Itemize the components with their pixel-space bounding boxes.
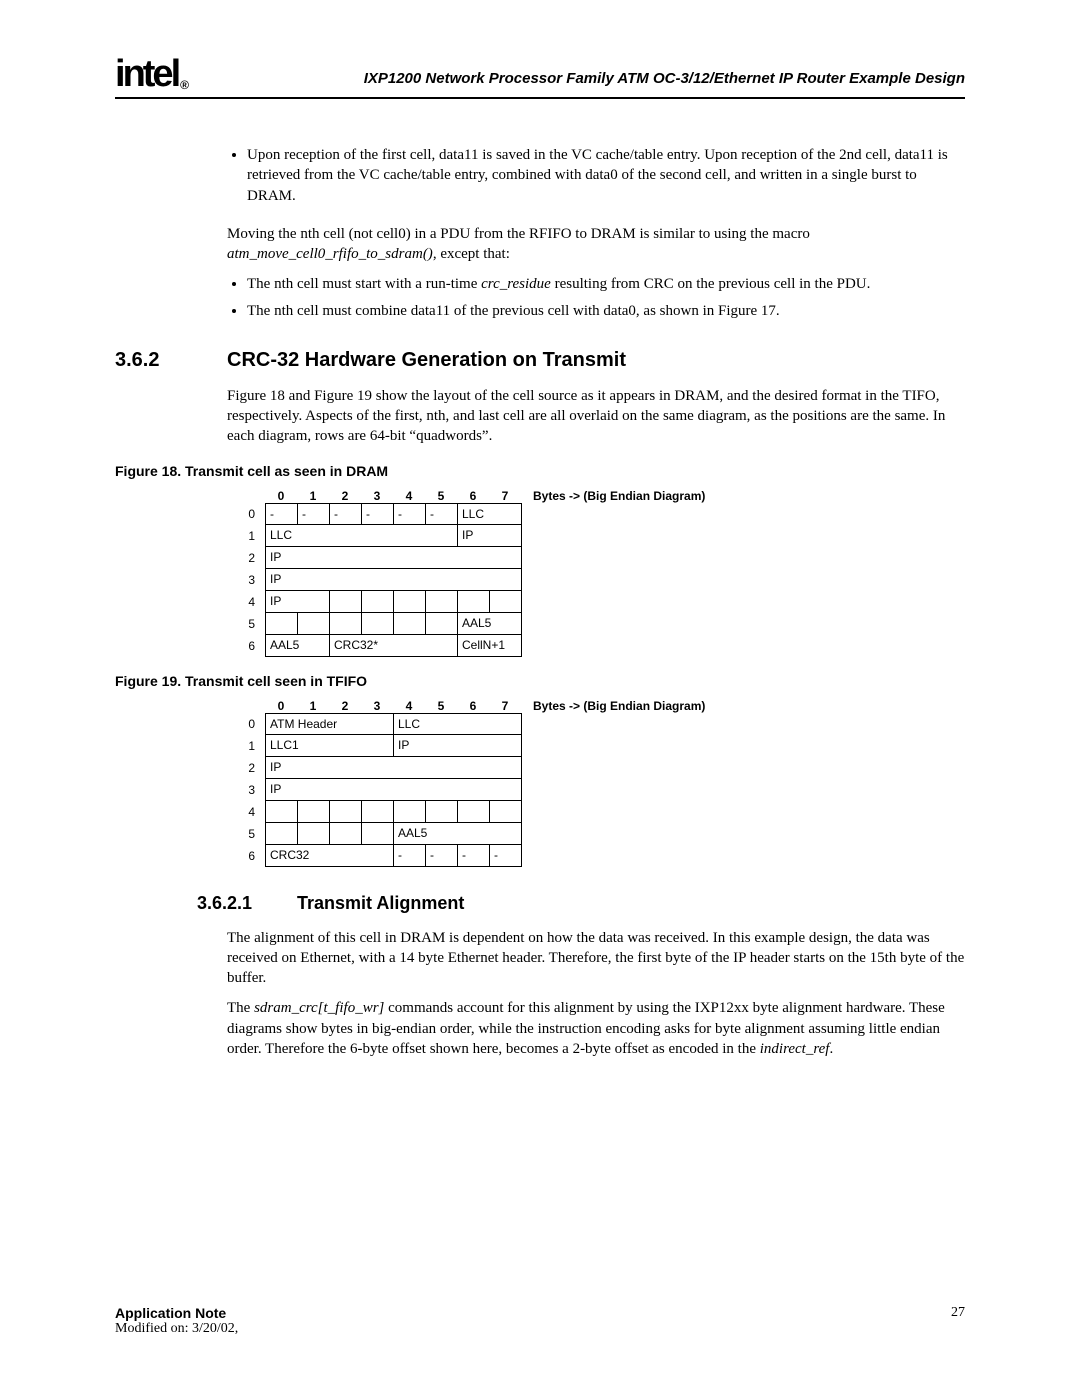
paragraph: The sdram_crc[t_fifo_wr] commands accoun… — [227, 998, 965, 1059]
figure-18-diagram: 0 1 2 3 4 5 6 7 Bytes -> (Big Endian Dia… — [227, 489, 965, 657]
section-heading-362: 3.6.2 CRC-32 Hardware Generation on Tran… — [115, 349, 965, 372]
footer-modified-date: Modified on: 3/20/02, — [115, 1321, 965, 1337]
figure-19-caption: Figure 19. Transmit cell seen in TFIFO — [115, 673, 965, 689]
paragraph: Figure 18 and Figure 19 show the layout … — [227, 386, 965, 447]
main-content: Upon reception of the first cell, data11… — [115, 145, 965, 1059]
footer-appnote: Application Note — [115, 1305, 226, 1321]
page-footer: Application Note 27 Modified on: 3/20/02… — [115, 1305, 965, 1337]
paragraph: The alignment of this cell in DRAM is de… — [227, 928, 965, 989]
paragraph: Moving the nth cell (not cell0) in a PDU… — [227, 224, 965, 265]
figure-19-diagram: 0 1 2 3 4 5 6 7 Bytes -> (Big Endian Dia… — [227, 699, 965, 867]
footer-page-number: 27 — [951, 1305, 965, 1321]
page-header: intel® IXP1200 Network Processor Family … — [115, 55, 965, 99]
bullet-item: The nth cell must combine data11 of the … — [247, 301, 965, 321]
document-title: IXP1200 Network Processor Family ATM OC-… — [202, 70, 965, 93]
intel-logo: intel® — [115, 55, 186, 93]
bullet-item: Upon reception of the first cell, data11… — [247, 145, 965, 206]
bullet-item: The nth cell must start with a run-time … — [247, 274, 965, 294]
section-heading-3621: 3.6.2.1 Transmit Alignment — [197, 893, 965, 914]
figure-18-caption: Figure 18. Transmit cell as seen in DRAM — [115, 463, 965, 479]
